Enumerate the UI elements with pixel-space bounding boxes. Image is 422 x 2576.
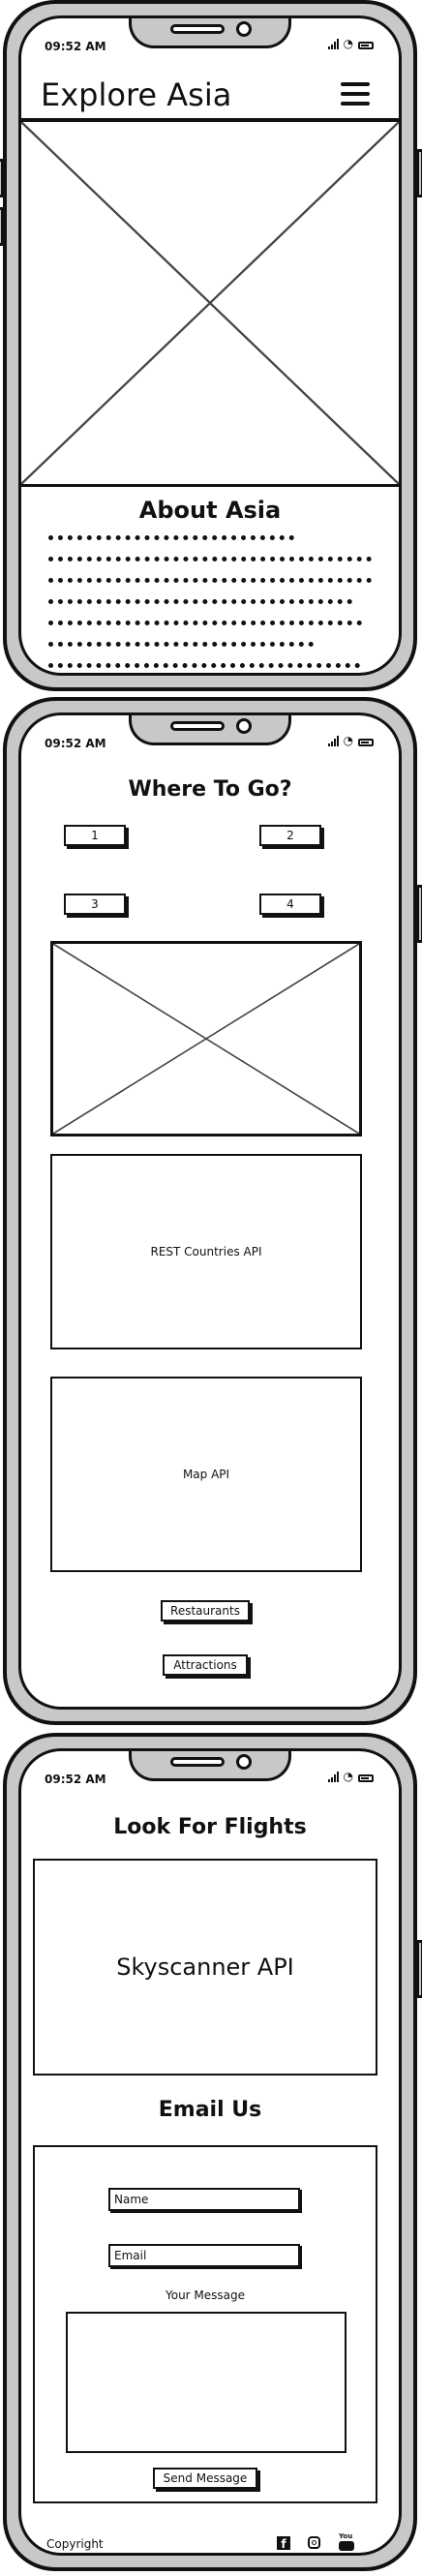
hamburger-menu-icon[interactable]	[341, 82, 370, 111]
wifi-icon: ◔	[343, 734, 353, 747]
name-field[interactable]: Name	[108, 2188, 300, 2211]
hero-image-placeholder	[21, 119, 399, 487]
about-heading: About Asia	[138, 497, 282, 524]
camera-icon	[236, 718, 252, 734]
screen-flights: 09:52 AM ◔ Look For Flights Skyscanner A…	[18, 1748, 402, 2556]
restaurants-button[interactable]: Restaurants	[161, 1600, 250, 1621]
signal-icon	[327, 39, 339, 49]
wifi-icon: ◔	[343, 37, 353, 50]
speaker-icon	[170, 24, 225, 34]
message-textarea[interactable]	[66, 2312, 347, 2453]
signal-icon	[327, 736, 339, 746]
camera-icon	[236, 1754, 252, 1770]
battery-icon	[358, 739, 374, 746]
facebook-icon[interactable]: f	[277, 2536, 290, 2551]
status-time: 09:52 AM	[45, 40, 106, 53]
map-panel[interactable]: Map API	[50, 1377, 362, 1572]
power-button	[416, 1940, 422, 1998]
power-button	[416, 149, 422, 197]
skyscanner-panel: Skyscanner API	[33, 1859, 377, 2076]
footer: Copyright f You	[21, 2533, 399, 2553]
power-button	[416, 885, 422, 943]
wifi-icon: ◔	[343, 1770, 353, 1783]
phone-notch	[129, 715, 291, 745]
app-title[interactable]: Explore Asia	[41, 76, 231, 113]
send-message-button[interactable]: Send Message	[153, 2468, 257, 2489]
header-bar: Explore Asia	[21, 63, 399, 121]
phone-frame-flights: 09:52 AM ◔ Look For Flights Skyscanner A…	[3, 1733, 422, 2571]
contact-form: Name Email Your Message Send Message	[33, 2145, 377, 2503]
status-icons: ◔	[327, 37, 374, 50]
destination-button-3[interactable]: 3	[64, 894, 126, 915]
phone-frame-home: 09:52 AM ◔ Explore Asia About Asia	[0, 0, 422, 691]
about-text-placeholder	[48, 530, 372, 673]
where-to-go-heading: Where To Go?	[128, 777, 292, 802]
camera-icon	[236, 21, 252, 37]
signal-icon	[327, 1772, 339, 1782]
status-time: 09:52 AM	[45, 1773, 106, 1786]
phone-notch	[129, 18, 291, 48]
battery-icon	[358, 1774, 374, 1782]
skyscanner-label: Skyscanner API	[116, 1954, 294, 1981]
instagram-icon[interactable]	[308, 2536, 320, 2549]
volume-button	[0, 207, 4, 246]
destination-button-1[interactable]: 1	[64, 825, 126, 846]
status-time: 09:52 AM	[45, 737, 106, 750]
phone-notch	[129, 1751, 291, 1781]
map-label: Map API	[182, 1468, 230, 1481]
status-icons: ◔	[327, 734, 374, 747]
screen-home: 09:52 AM ◔ Explore Asia About Asia	[18, 15, 402, 676]
rest-countries-panel: REST Countries API	[50, 1154, 362, 1349]
battery-icon	[358, 42, 374, 49]
destination-button-4[interactable]: 4	[259, 894, 321, 915]
youtube-icon[interactable]: You	[339, 2533, 354, 2551]
email-field[interactable]: Email	[108, 2244, 300, 2267]
status-icons: ◔	[327, 1770, 374, 1783]
email-heading: Email Us	[158, 2098, 262, 2122]
phone-frame-destinations: 09:52 AM ◔ Where To Go? 1 2 3 4 REST Cou…	[3, 697, 422, 1725]
message-label: Your Message	[165, 2288, 246, 2302]
flights-heading: Look For Flights	[113, 1815, 307, 1839]
speaker-icon	[170, 721, 225, 731]
speaker-icon	[170, 1757, 225, 1767]
screen-destinations: 09:52 AM ◔ Where To Go? 1 2 3 4 REST Cou…	[18, 712, 402, 1710]
copyright-text: Copyright	[46, 2537, 104, 2551]
destination-button-2[interactable]: 2	[259, 825, 321, 846]
destination-image-placeholder	[50, 941, 362, 1136]
volume-button	[0, 159, 4, 197]
rest-countries-label: REST Countries API	[150, 1245, 262, 1258]
attractions-button[interactable]: Attractions	[163, 1654, 248, 1676]
